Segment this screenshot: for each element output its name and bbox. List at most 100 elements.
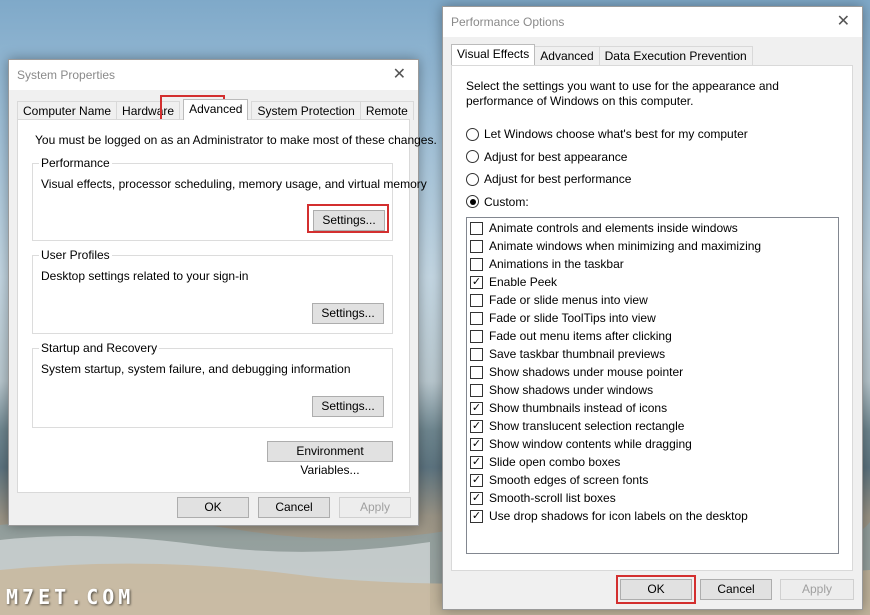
- list-item[interactable]: ✓ Slide open combo boxes: [467, 453, 838, 471]
- window-title: Performance Options: [451, 15, 565, 29]
- list-item[interactable]: ✓ Show thumbnails instead of icons: [467, 399, 838, 417]
- radio-empty-icon[interactable]: [466, 127, 479, 141]
- ok-button[interactable]: OK: [177, 497, 249, 518]
- tab-hardware[interactable]: Hardware: [116, 101, 181, 120]
- effect-label: Animations in the taskbar: [489, 257, 624, 271]
- cancel-button[interactable]: Cancel: [700, 579, 772, 600]
- list-item[interactable]: Show shadows under windows: [467, 381, 838, 399]
- performance-label: Performance: [39, 156, 112, 170]
- list-item[interactable]: Show shadows under mouse pointer: [467, 363, 838, 381]
- radio-label: Let Windows choose what's best for my co…: [484, 127, 748, 141]
- performance-options-window: Performance Options ✕ Visual Effects Adv…: [442, 6, 863, 610]
- effect-label: Animate controls and elements inside win…: [489, 221, 738, 235]
- effect-label: Smooth-scroll list boxes: [489, 491, 616, 505]
- tab-visual-effects[interactable]: Visual Effects: [451, 44, 536, 65]
- list-item[interactable]: Fade out menu items after clicking: [467, 327, 838, 345]
- list-item[interactable]: Fade or slide menus into view: [467, 291, 838, 309]
- intro-line-2: performance of Windows on this computer.: [466, 94, 694, 108]
- checkbox-empty-icon[interactable]: [470, 257, 483, 271]
- checkbox-checked-icon[interactable]: ✓: [470, 401, 483, 415]
- system-properties-window: System Properties ✕ Computer Name Hardwa…: [8, 59, 437, 526]
- tab-data-execution-prevention[interactable]: Data Execution Prevention: [598, 46, 753, 65]
- checkbox-empty-icon[interactable]: [470, 383, 483, 397]
- list-item[interactable]: Animate controls and elements inside win…: [467, 219, 838, 237]
- close-icon[interactable]: ✕: [393, 64, 406, 84]
- checkbox-empty-icon[interactable]: [470, 239, 483, 253]
- radio-option[interactable]: Adjust for best appearance: [466, 150, 627, 164]
- performance-group: Performance Visual effects, processor sc…: [32, 156, 427, 241]
- apply-button[interactable]: Apply: [339, 497, 411, 518]
- user-profiles-settings-button[interactable]: Settings...: [312, 303, 384, 324]
- advanced-tab-panel: You must be logged on as an Administrato…: [17, 119, 437, 493]
- user-profiles-description: Desktop settings related to your sign-in: [41, 269, 249, 283]
- list-item[interactable]: ✓ Show translucent selection rectangle: [467, 417, 838, 435]
- list-item[interactable]: ✓ Show window contents while dragging: [467, 435, 838, 453]
- visual-effects-list[interactable]: Animate controls and elements inside win…: [466, 217, 839, 554]
- startup-recovery-settings-button[interactable]: Settings...: [312, 396, 384, 417]
- radio-empty-icon[interactable]: [466, 150, 479, 163]
- effect-label: Show shadows under mouse pointer: [489, 365, 684, 379]
- effect-label: Show window contents while dragging: [489, 437, 692, 451]
- checkbox-empty-icon[interactable]: [470, 293, 483, 307]
- checkbox-checked-icon[interactable]: ✓: [470, 275, 483, 289]
- radio-label: Adjust for best performance: [484, 172, 632, 186]
- tab-advanced[interactable]: Advanced: [183, 99, 249, 120]
- close-icon[interactable]: ✕: [837, 11, 850, 31]
- radio-selected-icon[interactable]: [466, 195, 479, 208]
- effect-label: Fade or slide menus into view: [489, 293, 648, 307]
- user-profiles-label: User Profiles: [39, 248, 112, 262]
- admin-notice: You must be logged on as an Administrato…: [35, 133, 437, 147]
- window-title: System Properties: [17, 68, 116, 82]
- checkbox-empty-icon[interactable]: [470, 329, 483, 343]
- list-item[interactable]: ✓ Enable Peek: [467, 273, 838, 291]
- radio-option[interactable]: Custom:: [466, 195, 529, 209]
- list-item[interactable]: Animations in the taskbar: [467, 255, 838, 273]
- title-bar[interactable]: Performance Options ✕: [443, 7, 862, 37]
- tab-advanced[interactable]: Advanced: [534, 46, 600, 65]
- checkbox-checked-icon[interactable]: ✓: [470, 491, 483, 505]
- effect-label: Slide open combo boxes: [489, 455, 621, 469]
- effect-label: Show translucent selection rectangle: [489, 419, 685, 433]
- apply-button[interactable]: Apply: [780, 579, 854, 600]
- cancel-button[interactable]: Cancel: [258, 497, 330, 518]
- checkbox-empty-icon[interactable]: [470, 347, 483, 361]
- tab-remote[interactable]: Remote: [359, 101, 414, 120]
- user-profiles-group: User Profiles Desktop settings related t…: [32, 248, 393, 334]
- checkbox-checked-icon[interactable]: ✓: [470, 509, 483, 523]
- checkbox-checked-icon[interactable]: ✓: [470, 455, 483, 469]
- effect-label: Use drop shadows for icon labels on the …: [489, 509, 748, 523]
- effect-label: Fade out menu items after clicking: [489, 329, 672, 343]
- performance-description: Visual effects, processor scheduling, me…: [41, 177, 427, 191]
- performance-settings-button[interactable]: Settings...: [313, 210, 385, 231]
- visual-effects-panel: Select the settings you want to use for …: [451, 65, 853, 571]
- checkbox-empty-icon[interactable]: [470, 221, 483, 235]
- startup-recovery-group: Startup and Recovery System startup, sys…: [32, 341, 393, 428]
- list-item[interactable]: Save taskbar thumbnail previews: [467, 345, 838, 363]
- ok-button[interactable]: OK: [620, 579, 692, 600]
- effect-label: Enable Peek: [489, 275, 558, 289]
- tab-computer-name[interactable]: Computer Name: [17, 101, 118, 120]
- tab-system-protection[interactable]: System Protection: [251, 101, 361, 120]
- title-bar[interactable]: System Properties ✕: [9, 60, 418, 90]
- dialog-body: Visual Effects Advanced Data Execution P…: [443, 37, 862, 609]
- watermark: M7ET.COM: [6, 585, 135, 609]
- radio-label: Adjust for best appearance: [484, 149, 628, 164]
- list-item[interactable]: ✓ Smooth-scroll list boxes: [467, 489, 838, 507]
- checkbox-checked-icon[interactable]: ✓: [470, 419, 483, 433]
- radio-option[interactable]: Adjust for best performance: [466, 172, 631, 186]
- list-item[interactable]: ✓ Use drop shadows for icon labels on the…: [467, 507, 838, 525]
- radio-empty-icon[interactable]: [466, 172, 479, 186]
- checkbox-empty-icon[interactable]: [470, 365, 483, 379]
- startup-recovery-description: System startup, system failure, and debu…: [41, 362, 351, 376]
- startup-recovery-label: Startup and Recovery: [39, 341, 160, 355]
- checkbox-checked-icon[interactable]: ✓: [470, 473, 483, 487]
- checkbox-empty-icon[interactable]: [470, 311, 483, 325]
- radio-option[interactable]: Let Windows choose what's best for my co…: [466, 127, 748, 141]
- tab-strip: Computer Name Hardware Advanced System P…: [17, 99, 414, 120]
- effect-label: Save taskbar thumbnail previews: [489, 347, 666, 361]
- list-item[interactable]: Animate windows when minimizing and maxi…: [467, 237, 838, 255]
- list-item[interactable]: Fade or slide ToolTips into view: [467, 309, 838, 327]
- checkbox-checked-icon[interactable]: ✓: [470, 437, 483, 451]
- list-item[interactable]: ✓ Smooth edges of screen fonts: [467, 471, 838, 489]
- environment-variables-button[interactable]: Environment Variables...: [267, 441, 393, 477]
